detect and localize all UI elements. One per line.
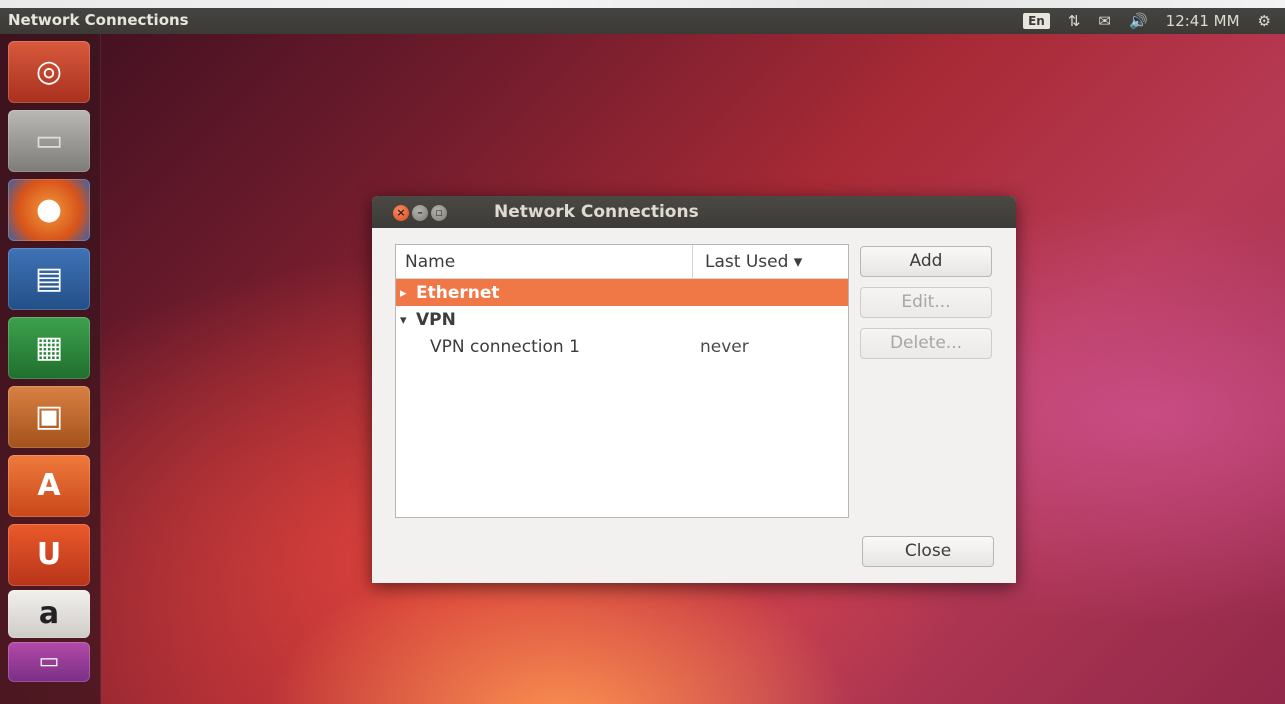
clock[interactable]: 12:41 MM — [1166, 12, 1240, 30]
dash-home-icon[interactable]: ◎ — [8, 41, 90, 103]
row-name: VPN — [416, 310, 456, 330]
window-stack-icon: ▭ — [38, 649, 60, 674]
row-name: VPN connection 1 — [430, 337, 580, 357]
connections-list[interactable]: Name Last Used ▾ ▸ Ethernet ▾ VPN VPN co… — [395, 244, 849, 518]
dialog-titlebar[interactable]: × – ▫ Network Connections — [372, 196, 1016, 228]
spreadsheet-icon: ▦ — [34, 330, 64, 365]
row-name: Ethernet — [416, 283, 500, 303]
files-icon[interactable]: ▭ — [8, 110, 90, 172]
network-connections-dialog: × – ▫ Network Connections Name Last Used… — [372, 196, 1016, 583]
delete-button[interactable]: Delete... — [860, 328, 992, 359]
amazon-a-icon: a — [38, 596, 60, 631]
expander-collapsed-icon[interactable]: ▸ — [400, 286, 407, 301]
active-app-title: Network Connections — [8, 11, 189, 29]
column-separator — [692, 245, 693, 278]
browser-globe-icon: ● — [35, 192, 63, 227]
list-header: Name Last Used ▾ — [396, 245, 848, 279]
minimize-window-icon[interactable]: – — [412, 205, 428, 221]
top-panel: Network Connections En ⇅ ✉ 🔊 12:41 MM ⚙ — [0, 8, 1285, 34]
ubuntu-logo-icon: ◎ — [35, 54, 63, 89]
drawer-icon: ▭ — [34, 123, 64, 158]
edit-button[interactable]: Edit... — [860, 287, 992, 318]
add-button[interactable]: Add — [860, 246, 992, 277]
u-letter-icon: U — [36, 537, 62, 572]
network-icon[interactable]: ⇅ — [1068, 11, 1081, 31]
indicator-area: En ⇅ ✉ 🔊 12:41 MM ⚙ — [1023, 9, 1271, 33]
column-header-name[interactable]: Name — [405, 252, 455, 272]
close-button[interactable]: Close — [862, 536, 994, 567]
garbled-header-strip — [0, 0, 1285, 8]
document-icon: ▤ — [34, 261, 64, 296]
expander-expanded-icon[interactable]: ▾ — [400, 313, 407, 328]
list-row-vpn[interactable]: ▾ VPN — [396, 306, 848, 333]
dialog-title: Network Connections — [494, 202, 699, 222]
presentation-icon: ▣ — [34, 399, 64, 434]
close-window-icon[interactable]: × — [393, 205, 409, 221]
row-last-used: never — [700, 337, 749, 357]
mail-icon[interactable]: ✉ — [1098, 11, 1111, 31]
column-header-last-used[interactable]: Last Used ▾ — [705, 252, 802, 272]
list-row-vpn-connection-1[interactable]: VPN connection 1 never — [396, 333, 848, 360]
amazon-icon[interactable]: a — [8, 590, 90, 638]
keyboard-layout-indicator[interactable]: En — [1023, 13, 1050, 29]
calc-icon[interactable]: ▦ — [8, 317, 90, 379]
ubuntu-one-icon[interactable]: U — [8, 524, 90, 586]
shopping-bag-icon: A — [37, 468, 61, 503]
firefox-icon[interactable]: ● — [8, 179, 90, 241]
writer-icon[interactable]: ▤ — [8, 248, 90, 310]
list-row-ethernet[interactable]: ▸ Ethernet — [396, 279, 848, 306]
launcher: ◎ ▭ ● ▤ ▦ ▣ A U a ▭ — [0, 34, 101, 704]
volume-icon[interactable]: 🔊 — [1129, 11, 1148, 31]
gear-icon[interactable]: ⚙ — [1258, 11, 1271, 31]
impress-icon[interactable]: ▣ — [8, 386, 90, 448]
software-center-icon[interactable]: A — [8, 455, 90, 517]
maximize-window-icon[interactable]: ▫ — [431, 205, 447, 221]
stacked-apps-icon[interactable]: ▭ — [8, 642, 90, 682]
